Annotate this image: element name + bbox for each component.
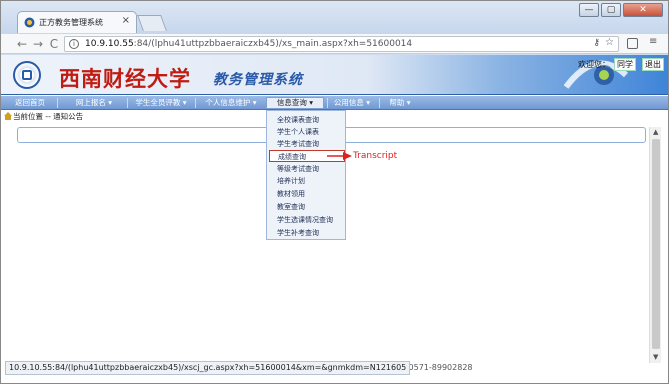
address-bar[interactable]: i 10.9.10.55:84/(lphu41uttpzbbaeraiczxb4…: [64, 36, 619, 52]
scroll-up-icon[interactable]: ▲: [653, 128, 658, 136]
dropdown-item-classroom[interactable]: 教室查询: [277, 202, 305, 212]
browser-window: 正方教务管理系统 × — ▢ ✕ ← → C i 10.9.10.55:84/(…: [0, 0, 669, 384]
dropdown-item-school-timetable[interactable]: 全校课表查询: [277, 115, 319, 125]
annotation-label: Transcript: [353, 151, 398, 161]
reload-button[interactable]: C: [47, 37, 61, 51]
forward-button[interactable]: →: [31, 37, 45, 51]
new-tab-button[interactable]: [137, 15, 167, 31]
dropdown-item-training-plan[interactable]: 培养计划: [277, 176, 305, 186]
info-query-dropdown: 全校课表查询 学生个人课表 学生考试查询 成绩查询 等级考试查询 培养计划 教材…: [266, 110, 346, 240]
main-menu: 返回首页 网上报名 ▾ 学生全员评教 ▾ 个人信息维护 ▾ 信息查询 ▾ 公用信…: [1, 96, 668, 110]
star-icon[interactable]: ☆: [605, 37, 614, 48]
user-name: 同学: [614, 58, 636, 71]
tab-close-icon[interactable]: ×: [122, 15, 130, 26]
dropdown-item-exam-query[interactable]: 学生考试查询: [277, 139, 319, 149]
menu-item-info-query[interactable]: 信息查询 ▾: [266, 97, 324, 109]
minimize-button[interactable]: —: [579, 3, 599, 17]
logout-button[interactable]: 退出: [642, 58, 664, 71]
url-path: :84/(lphu41uttpzbbaeraiczxb45)/xs_main.a…: [133, 39, 413, 49]
site-favicon-icon: [24, 17, 35, 28]
menu-item-public-info[interactable]: 公用信息 ▾: [331, 97, 373, 109]
back-button[interactable]: ←: [15, 37, 29, 51]
dropdown-item-level-exam[interactable]: 等级考试查询: [277, 164, 319, 174]
dropdown-item-makeup-exam[interactable]: 学生补考查询: [277, 228, 319, 238]
info-icon[interactable]: i: [69, 39, 79, 49]
menu-item-home[interactable]: 返回首页: [7, 97, 53, 109]
dropdown-item-course-selection[interactable]: 学生选课情况查询: [277, 215, 333, 225]
university-logo: [13, 61, 41, 89]
menu-item-personal-info[interactable]: 个人信息维护 ▾: [199, 97, 263, 109]
title-bar: 正方教务管理系统 × — ▢ ✕: [1, 1, 668, 34]
annotation-arrow-icon: [327, 152, 352, 160]
browser-toolbar: ← → C i 10.9.10.55:84/(lphu41uttpzbbaera…: [1, 34, 668, 54]
menu-item-online-registration[interactable]: 网上报名 ▾: [65, 97, 123, 109]
dropdown-item-textbooks[interactable]: 教材领用: [277, 189, 305, 199]
status-bar-url: 10.9.10.55:84/(lphu41uttpzbbaeraiczxb45)…: [5, 361, 411, 375]
system-name: 教务管理系统: [213, 72, 303, 88]
home-icon: [4, 112, 12, 120]
url-text: 10.9.10.55:84/(lphu41uttpzbbaeraiczxb45)…: [85, 39, 412, 49]
extension-icon[interactable]: [627, 38, 638, 49]
menu-item-evaluation[interactable]: 学生全员评教 ▾: [131, 97, 191, 109]
menu-icon[interactable]: ≡: [649, 36, 657, 47]
university-name: 西南财经大学: [59, 66, 191, 91]
key-icon[interactable]: ⚷: [593, 38, 600, 48]
close-window-button[interactable]: ✕: [623, 3, 663, 17]
page-content: 西南财经大学 教务管理系统 欢迎您： 同学 退出 返回首页 网上报名 ▾ 学生全…: [1, 55, 668, 383]
site-banner: 西南财经大学 教务管理系统 欢迎您： 同学 退出: [1, 55, 668, 95]
tab-title: 正方教务管理系统: [39, 18, 103, 27]
url-host: 10.9.10.55: [85, 39, 134, 49]
page-scrollbar[interactable]: ▲ ▼: [649, 127, 661, 363]
dropdown-item-personal-timetable[interactable]: 学生个人课表: [277, 127, 319, 137]
welcome-label: 欢迎您：: [578, 60, 610, 69]
scroll-down-icon[interactable]: ▼: [653, 353, 658, 361]
scroll-thumb[interactable]: [652, 139, 660, 349]
breadcrumb: 当前位置 -- 通知公告: [13, 112, 84, 121]
menu-item-help[interactable]: 帮助 ▾: [385, 97, 415, 109]
browser-tab[interactable]: 正方教务管理系统 ×: [17, 11, 137, 33]
restore-button[interactable]: ▢: [601, 3, 621, 17]
